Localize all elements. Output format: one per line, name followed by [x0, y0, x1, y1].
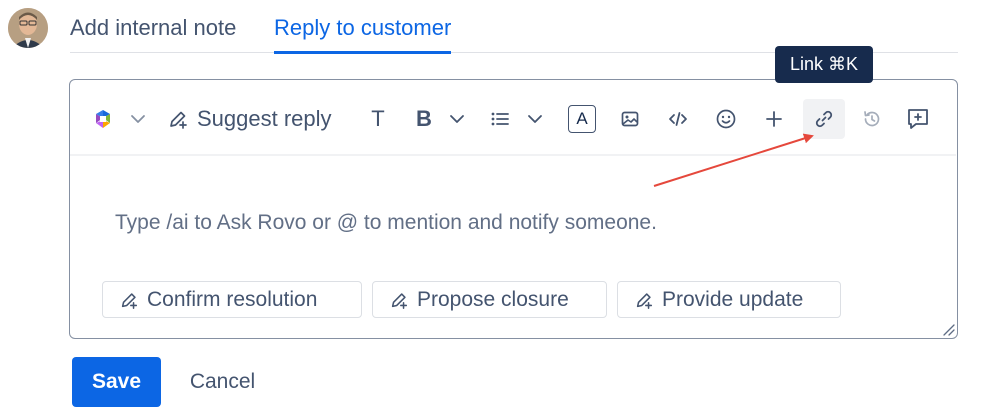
- rovo-logo-icon[interactable]: [90, 99, 116, 139]
- suggestion-confirm-resolution[interactable]: Confirm resolution: [102, 281, 362, 318]
- suggestion-provide-update[interactable]: Provide update: [617, 281, 841, 318]
- link-tooltip: Link ⌘K: [775, 46, 873, 83]
- text-color-button[interactable]: A: [565, 99, 599, 139]
- add-comment-icon[interactable]: [901, 99, 935, 139]
- link-icon[interactable]: [803, 99, 845, 139]
- suggest-reply-label: Suggest reply: [197, 106, 332, 131]
- history-icon[interactable]: [855, 99, 889, 139]
- text-style-button[interactable]: T: [361, 99, 395, 139]
- text-color-glyph: A: [568, 105, 596, 133]
- text-style-glyph: T: [371, 106, 385, 131]
- tab-reply-to-customer[interactable]: Reply to customer: [274, 14, 452, 54]
- save-button[interactable]: Save: [72, 357, 161, 407]
- ai-edit-icon: [391, 292, 408, 309]
- suggestion-label: Provide update: [662, 287, 804, 311]
- plus-icon[interactable]: [757, 99, 791, 139]
- editor-toolbar: Suggest reply T B A: [70, 80, 956, 156]
- resize-handle-icon[interactable]: [941, 322, 955, 336]
- bold-button[interactable]: B: [407, 99, 441, 139]
- suggestion-label: Propose closure: [417, 287, 569, 311]
- ai-edit-icon: [121, 292, 138, 309]
- emoji-icon[interactable]: [709, 99, 743, 139]
- editor-placeholder[interactable]: Type /ai to Ask Rovo or @ to mention and…: [115, 211, 657, 235]
- image-icon[interactable]: [613, 99, 647, 139]
- cancel-button[interactable]: Cancel: [170, 357, 275, 407]
- list-chevron-down-icon[interactable]: [521, 99, 549, 139]
- user-avatar-image: [8, 8, 48, 48]
- suggest-reply-button[interactable]: Suggest reply: [167, 99, 343, 139]
- bold-glyph: B: [416, 106, 432, 131]
- reply-editor: Suggest reply T B A Type /ai to Ask Rovo…: [69, 79, 958, 339]
- tab-add-internal-note[interactable]: Add internal note: [70, 14, 236, 42]
- ai-edit-icon: [636, 292, 653, 309]
- suggestion-propose-closure[interactable]: Propose closure: [372, 281, 607, 318]
- suggestion-label: Confirm resolution: [147, 287, 318, 311]
- rovo-menu-chevron-down-icon[interactable]: [124, 99, 152, 139]
- ai-edit-icon: [170, 111, 187, 129]
- formatting-chevron-down-icon[interactable]: [443, 99, 471, 139]
- avatar: [8, 8, 48, 48]
- code-icon[interactable]: [661, 99, 695, 139]
- bullet-list-icon[interactable]: [483, 99, 517, 139]
